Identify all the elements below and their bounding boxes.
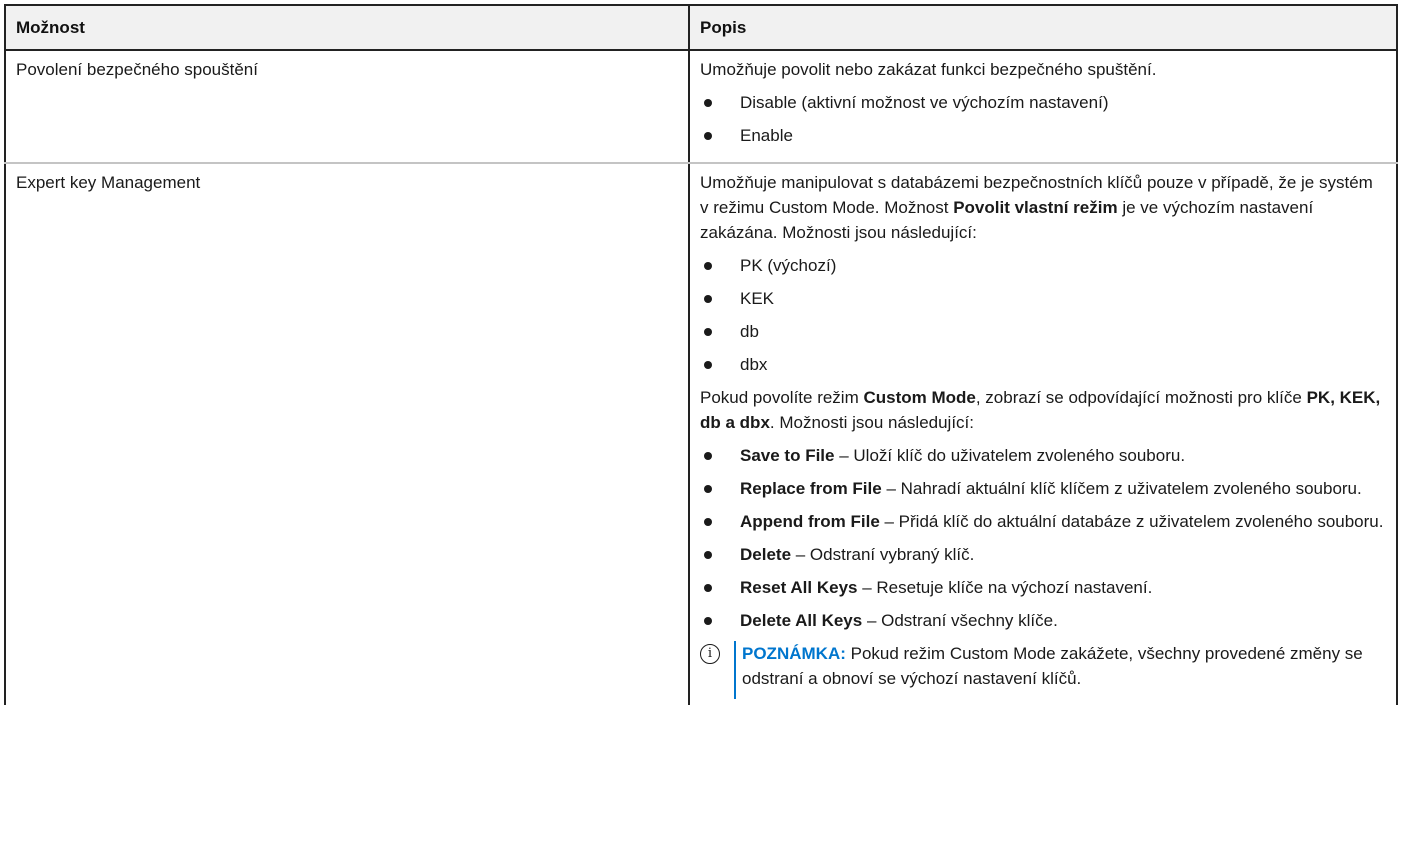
option-name: Povolení bezpečného spouštění — [4, 50, 690, 164]
list-item: Delete All Keys – Odstraní všechny klíče… — [700, 608, 1386, 633]
header-description: Popis — [688, 4, 1398, 51]
list-item: dbx — [700, 352, 1386, 377]
setting-list: Disable (aktivní možnost ve výchozím nas… — [700, 90, 1386, 148]
key-list: PK (výchozí) KEK db dbx — [700, 253, 1386, 377]
table-header-row: Možnost Popis — [4, 4, 1398, 51]
list-item: Disable (aktivní možnost ve výchozím nas… — [700, 90, 1386, 115]
list-item: KEK — [700, 286, 1386, 311]
list-item: Enable — [700, 123, 1386, 148]
option-description: Umožňuje povolit nebo zakázat funkci bez… — [688, 50, 1398, 164]
info-icon: i — [700, 644, 720, 664]
description-intro: Umožňuje povolit nebo zakázat funkci bez… — [700, 60, 1157, 79]
table-row: Expert key Management Umožňuje manipulov… — [4, 163, 1398, 705]
header-option: Možnost — [4, 4, 690, 51]
options-table: Možnost Popis Povolení bezpečného spoušt… — [4, 4, 1398, 705]
option-name: Expert key Management — [4, 163, 690, 705]
list-item: Replace from File – Nahradí aktuální klí… — [700, 476, 1386, 501]
option-description: Umožňuje manipulovat s databázemi bezpeč… — [688, 163, 1398, 705]
table-row: Povolení bezpečného spouštění Umožňuje p… — [4, 50, 1398, 164]
list-item: Save to File – Uloží klíč do uživatelem … — [700, 443, 1386, 468]
description-intro: Umožňuje manipulovat s databázemi bezpeč… — [700, 173, 1373, 242]
list-item: Append from File – Přidá klíč do aktuáln… — [700, 509, 1386, 534]
note-body: POZNÁMKA: Pokud režim Custom Mode zakáže… — [734, 641, 1386, 699]
note-label: POZNÁMKA: — [742, 644, 846, 663]
custom-mode-paragraph: Pokud povolíte režim Custom Mode, zobraz… — [700, 388, 1381, 432]
list-item: PK (výchozí) — [700, 253, 1386, 278]
list-item: Delete – Odstraní vybraný klíč. — [700, 542, 1386, 567]
list-item: Reset All Keys – Resetuje klíče na výcho… — [700, 575, 1386, 600]
list-item: db — [700, 319, 1386, 344]
note-block: i POZNÁMKA: Pokud režim Custom Mode zaká… — [700, 641, 1386, 699]
action-list: Save to File – Uloží klíč do uživatelem … — [700, 443, 1386, 633]
